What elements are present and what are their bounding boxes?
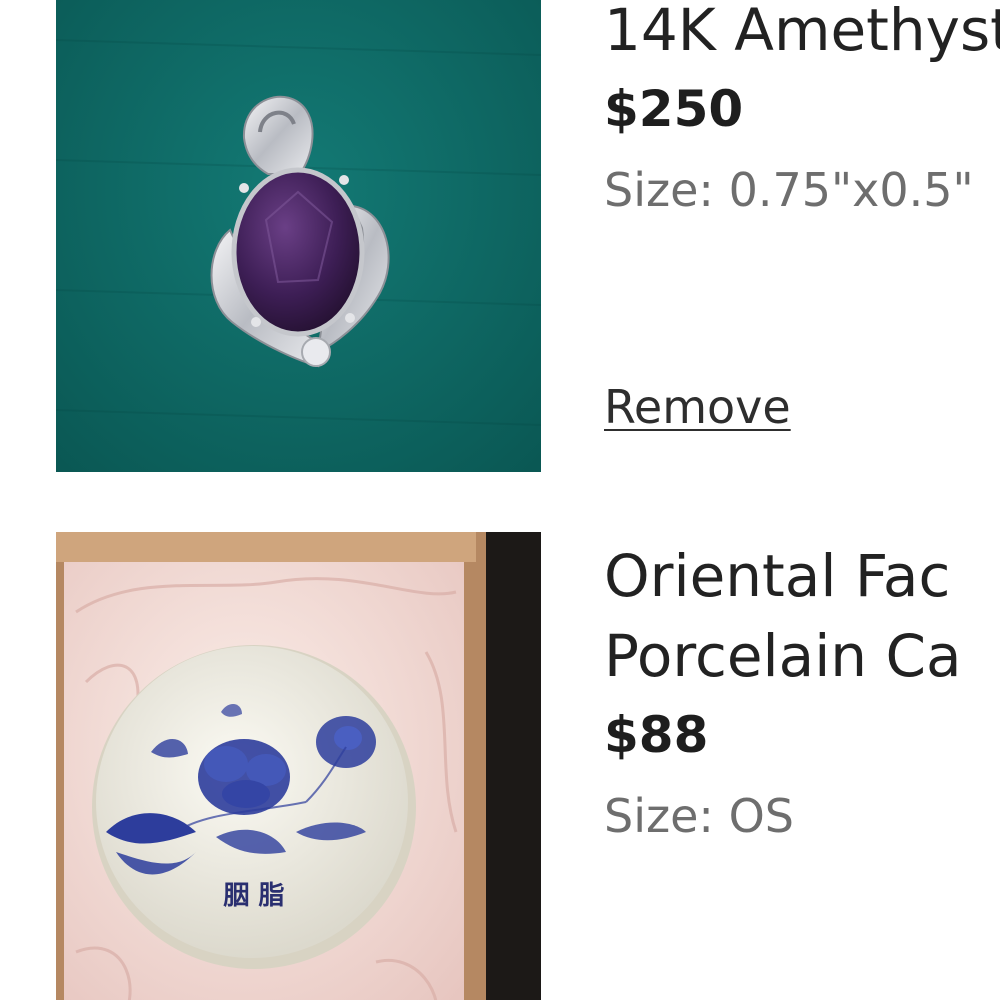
- size-value: OS: [728, 789, 794, 843]
- amethyst-pendant-image: [56, 0, 541, 472]
- item-title-line: Porcelain Ca: [604, 622, 962, 690]
- cart-item: 14K Amethyst $250 Size: 0.75"x0.5" Remov…: [56, 0, 1000, 472]
- lid-characters: 胭 脂: [222, 881, 284, 911]
- product-thumbnail[interactable]: [56, 0, 541, 472]
- item-title[interactable]: 14K Amethyst: [604, 0, 1000, 70]
- item-details: 14K Amethyst $250 Size: 0.75"x0.5" Remov…: [604, 0, 1000, 472]
- item-size: Size: OS: [604, 786, 1000, 846]
- porcelain-box-image: 胭 脂: [56, 532, 541, 1000]
- product-thumbnail[interactable]: 胭 脂: [56, 532, 541, 1000]
- cart-item: 胭 脂 Oriental Fac Porcelain Ca $88 Size: O…: [56, 532, 1000, 1000]
- item-title[interactable]: Oriental Fac Porcelain Ca: [604, 536, 1000, 696]
- size-value: 0.75"x0.5": [728, 163, 974, 217]
- item-price: $250: [604, 80, 744, 138]
- size-label: Size:: [604, 789, 714, 843]
- size-label: Size:: [604, 163, 714, 217]
- item-size: Size: 0.75"x0.5": [604, 160, 1000, 220]
- item-price: $88: [604, 706, 709, 764]
- item-title-line: Oriental Fac: [604, 542, 951, 610]
- remove-link[interactable]: Remove: [604, 380, 791, 434]
- item-details: Oriental Fac Porcelain Ca $88 Size: OS: [604, 532, 1000, 1000]
